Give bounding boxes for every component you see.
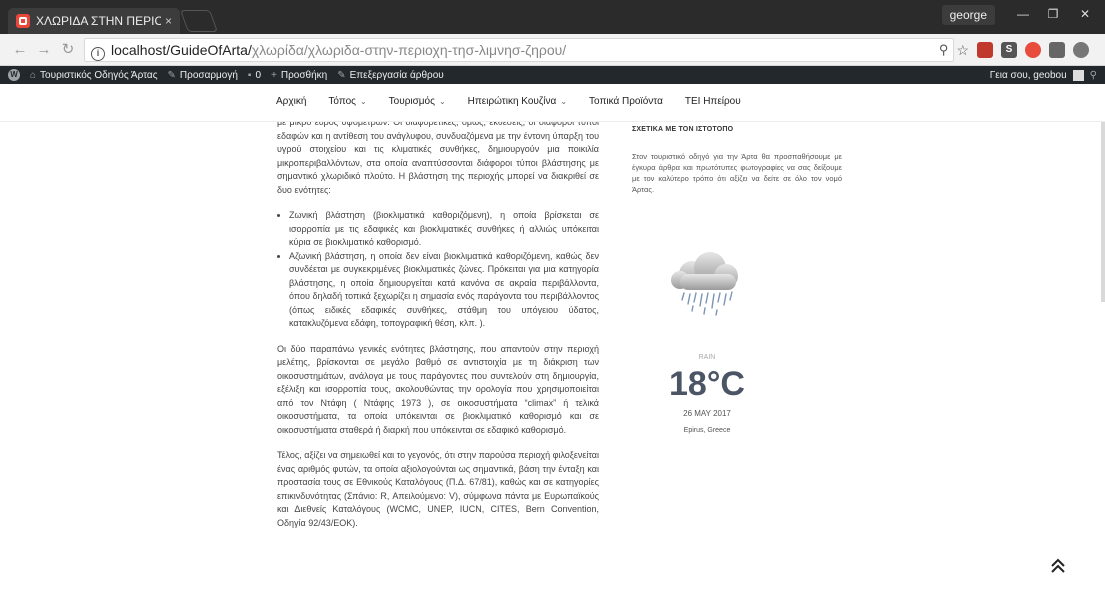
wp-site-name-link[interactable]: ⌂ Τουριστικός Οδηγός Άρτας bbox=[30, 70, 158, 81]
wp-edit-label: Επεξεργασία άρθρου bbox=[349, 69, 444, 81]
article-paragraph: Οι δύο παραπάνω γενικές ενότητες βλάστησ… bbox=[277, 343, 599, 435]
wp-new-link[interactable]: + Προσθήκη bbox=[271, 70, 327, 81]
browser-titlebar: ΧΛΩΡΙΔΑ ΣΤΗΝ ΠΕΡΙΟΧΗ × george — ❐ ✕ bbox=[0, 0, 1105, 34]
article-paragraph: με μικρό εύρος υψομέτρων. Οι διαφορετικέ… bbox=[277, 122, 599, 195]
nav-item-tourism[interactable]: Τουρισμός ⌄ bbox=[389, 96, 446, 107]
nav-label: Τόπος bbox=[328, 96, 356, 107]
chevron-down-icon: ⌄ bbox=[359, 97, 367, 106]
extension-tools-icon[interactable] bbox=[1049, 42, 1065, 58]
sidebar-heading: ΣΧΕΤΙΚΑ ΜΕ ΤΟΝ ΙΣΤΟΤΟΠΟ bbox=[632, 126, 734, 133]
address-toolbar: ← → ↻ i localhost/GuideOfArta/χλωρίδα/χλω… bbox=[0, 34, 1105, 66]
url-path: χλωρίδα/χλωριδα-στην-περιοχη-τησ-λιμνησ-… bbox=[251, 42, 567, 58]
minimize-icon[interactable]: — bbox=[1009, 4, 1037, 24]
weather-date: 26 MAY 2017 bbox=[683, 409, 731, 418]
nav-item-home[interactable]: Αρχική bbox=[276, 96, 306, 107]
article-list: Ζωνική βλάστηση (βιοκλιματικά καθοριζόμε… bbox=[277, 209, 599, 331]
browser-tab[interactable]: ΧΛΩΡΙΔΑ ΣΤΗΝ ΠΕΡΙΟΧΗ × bbox=[8, 8, 180, 34]
chevron-down-icon: ⌄ bbox=[560, 97, 568, 106]
chevron-down-icon: ⌄ bbox=[438, 97, 446, 106]
wp-comments-count: 0 bbox=[255, 69, 262, 81]
pencil-icon: ✎ bbox=[337, 69, 346, 81]
tab-title: ΧΛΩΡΙΔΑ ΣΤΗΝ ΠΕΡΙΟΧΗ bbox=[36, 14, 161, 28]
info-icon[interactable]: i bbox=[91, 47, 105, 61]
nav-label: Τοπικά Προϊόντα bbox=[589, 96, 663, 107]
article-content: με μικρό εύρος υψομέτρων. Οι διαφορετικέ… bbox=[277, 122, 599, 610]
plus-icon: + bbox=[271, 69, 277, 81]
wp-comments-link[interactable]: ▪ 0 bbox=[248, 70, 261, 81]
list-item: Αζωνική βλάστηση, η οποία δεν είναι βιοκ… bbox=[289, 250, 599, 331]
site-navigation: Αρχική Τόπος ⌄ Τουρισμός ⌄ Ηπειρώτικη Κουζ… bbox=[0, 84, 1105, 122]
nav-label: ΤΕΙ Ηπείρου bbox=[684, 96, 741, 107]
wp-edit-link[interactable]: ✎ Επεξεργασία άρθρου bbox=[337, 70, 444, 81]
browser-actions: ⚲ ☆ S bbox=[939, 38, 1089, 62]
weather-location: Epirus, Greece bbox=[683, 427, 731, 434]
wp-customize-label: Προσαρμογή bbox=[179, 69, 238, 81]
wp-account[interactable]: Γεια σου, geobou ⚲ bbox=[990, 66, 1097, 84]
new-tab-button[interactable] bbox=[179, 10, 219, 32]
sidebar-text: Στον τουριστικό οδηγό για την Άρτα θα πρ… bbox=[632, 152, 842, 194]
weather-condition: RAIN bbox=[698, 354, 716, 361]
rain-cloud-icon bbox=[671, 252, 738, 316]
tab-close-icon[interactable]: × bbox=[165, 14, 172, 28]
avatar bbox=[1072, 69, 1084, 81]
article-paragraph: Τέλος, αξίζει να σημειωθεί και το γεγονό… bbox=[277, 450, 599, 528]
back-icon[interactable]: ← bbox=[10, 40, 30, 60]
wp-site-name-label: Τουριστικός Οδηγός Άρτας bbox=[40, 69, 158, 81]
reload-icon[interactable]: ↻ bbox=[58, 40, 78, 60]
profile-button[interactable]: george bbox=[941, 5, 995, 25]
url-host: localhost/GuideOfArta/ bbox=[111, 42, 252, 58]
bookmark-star-icon[interactable]: ☆ bbox=[956, 42, 969, 59]
brush-icon: ✎ bbox=[167, 69, 176, 81]
weather-temperature: 18°C bbox=[669, 365, 745, 403]
nav-item-products[interactable]: Τοπικά Προϊόντα bbox=[589, 96, 663, 107]
extension-adblock-icon[interactable] bbox=[1025, 42, 1041, 58]
search-icon[interactable]: ⚲ bbox=[1090, 70, 1097, 81]
maximize-icon[interactable]: ❐ bbox=[1039, 4, 1067, 24]
comment-icon: ▪ bbox=[247, 69, 252, 81]
dashboard-icon: ⌂ bbox=[30, 69, 37, 81]
zoom-icon[interactable]: ⚲ bbox=[939, 42, 949, 58]
nav-item-place[interactable]: Τόπος ⌄ bbox=[328, 96, 366, 107]
wp-new-label: Προσθήκη bbox=[280, 69, 328, 81]
extension-red-icon[interactable] bbox=[977, 42, 993, 58]
sidebar: ΣΧΕΤΙΚΑ ΜΕ ΤΟΝ ΙΣΤΟΤΟΠΟ Στον τουριστικό … bbox=[632, 122, 842, 610]
url-input[interactable]: i localhost/GuideOfArta/χλωρίδα/χλωριδα-σ… bbox=[84, 38, 954, 62]
wp-admin-bar: W ⌂ Τουριστικός Οδηγός Άρτας ✎ Προσαρμογή … bbox=[0, 66, 1105, 84]
extension-s-icon[interactable]: S bbox=[1001, 42, 1017, 58]
extension-drive-icon[interactable] bbox=[1073, 42, 1089, 58]
list-item: Ζωνική βλάστηση (βιοκλιματικά καθοριζόμε… bbox=[289, 209, 599, 250]
forward-icon[interactable]: → bbox=[34, 40, 54, 60]
nav-label: Τουρισμός bbox=[388, 96, 435, 107]
page-scrollbar[interactable] bbox=[1101, 122, 1105, 302]
wordpress-logo-icon[interactable]: W bbox=[8, 69, 20, 81]
nav-label: Αρχική bbox=[276, 96, 307, 107]
nav-label: Ηπειρώτικη Κουζίνα bbox=[467, 96, 557, 107]
nav-item-cuisine[interactable]: Ηπειρώτικη Κουζίνα ⌄ bbox=[468, 96, 567, 107]
close-window-icon[interactable]: ✕ bbox=[1071, 4, 1099, 24]
back-to-top-icon[interactable] bbox=[1048, 556, 1068, 576]
nav-item-tei[interactable]: ΤΕΙ Ηπείρου bbox=[685, 96, 741, 107]
wp-customize-link[interactable]: ✎ Προσαρμογή bbox=[168, 70, 238, 81]
weather-widget: RAIN 18°C 26 MAY 2017 Epirus, Greece bbox=[632, 248, 782, 434]
wp-greeting: Γεια σου, geobou bbox=[989, 69, 1067, 81]
site-favicon-icon bbox=[16, 14, 30, 28]
